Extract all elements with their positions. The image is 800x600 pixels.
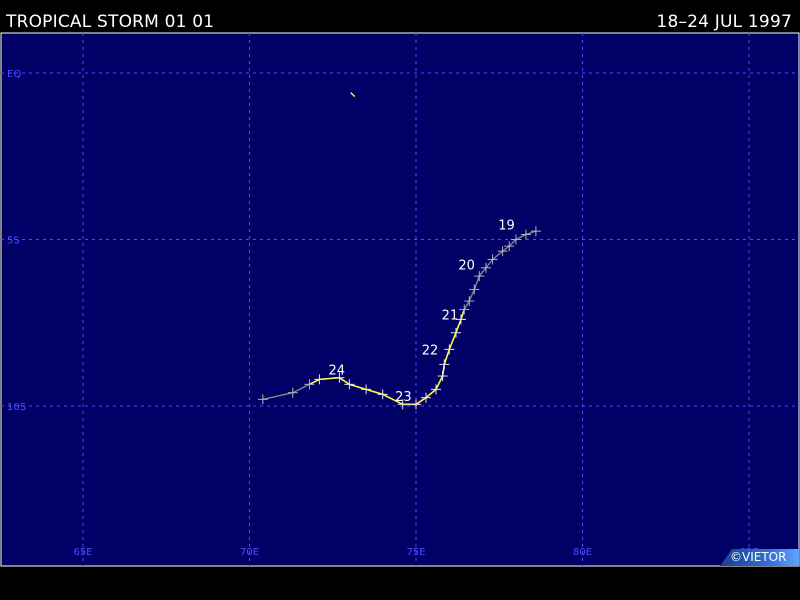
day-label: 22	[422, 343, 439, 358]
lat-label: EQ	[7, 69, 21, 80]
track-map: EQ5S10S65E70E75E80E85E 192021222324	[0, 32, 800, 567]
lon-label: 65E	[73, 547, 92, 558]
lat-label: 5S	[7, 236, 20, 247]
lon-label: 70E	[240, 547, 259, 558]
lon-label: 80E	[573, 547, 592, 558]
lat-label: 10S	[7, 402, 26, 413]
credit-text: ©VIETOR	[730, 550, 787, 564]
day-label: 23	[395, 390, 412, 405]
day-label: 20	[458, 258, 475, 273]
day-label: 24	[328, 363, 345, 378]
lon-label: 75E	[406, 547, 425, 558]
day-label: 21	[442, 308, 459, 323]
day-label: 19	[498, 219, 515, 234]
map-background	[0, 32, 800, 567]
